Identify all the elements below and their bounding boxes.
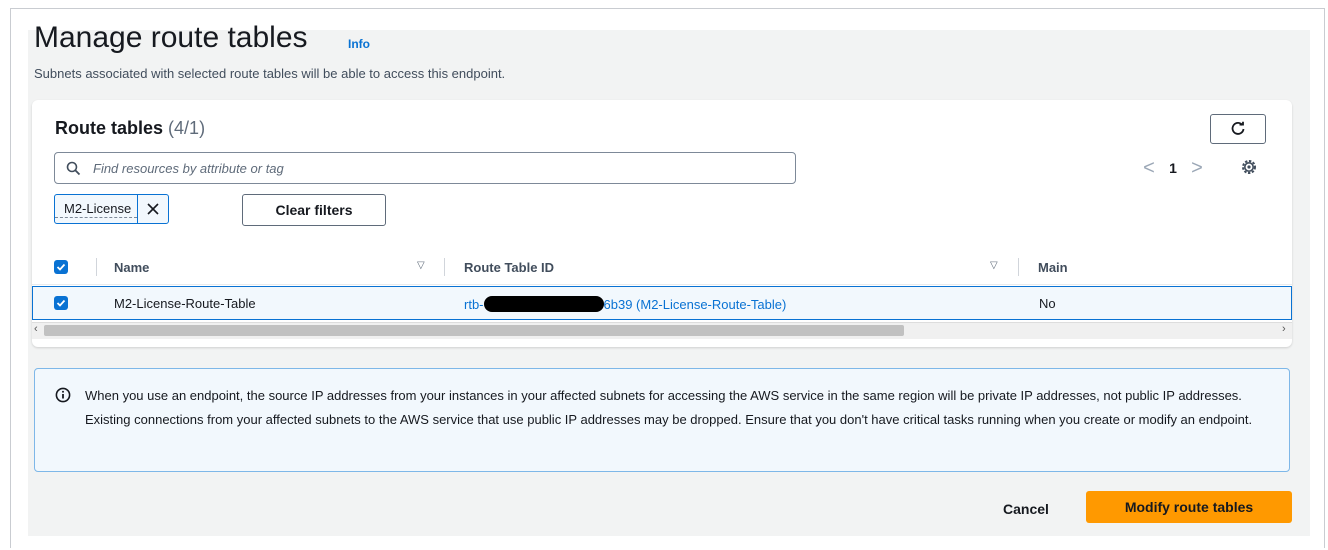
info-icon (55, 387, 71, 403)
scrollbar-thumb[interactable] (44, 325, 904, 336)
column-header-route-table-id[interactable]: Route Table ID (464, 260, 554, 275)
refresh-button[interactable] (1210, 114, 1266, 144)
horizontal-scrollbar[interactable]: ‹ › (32, 322, 1292, 339)
column-divider[interactable] (1018, 258, 1019, 276)
search-input[interactable]: Find resources by attribute or tag (54, 152, 796, 184)
filter-token: M2-License (54, 194, 170, 224)
info-link[interactable]: Info (348, 37, 370, 51)
info-alert: When you use an endpoint, the source IP … (34, 368, 1290, 472)
route-tables-container: Route tables (4/1) Find resources by att… (32, 100, 1292, 347)
main-value: No (1039, 296, 1056, 311)
table-header: Name ▽ Route Table ID ▽ Main (32, 250, 1292, 285)
scroll-left-icon[interactable]: ‹ (34, 323, 38, 335)
route-table-id-prefix: rtb- (464, 297, 484, 312)
search-placeholder: Find resources by attribute or tag (93, 161, 284, 176)
table-row[interactable]: M2-License-Route-Table rtb- 6b39 (M2-Lice… (32, 286, 1292, 320)
page-number-button[interactable]: 1 (1161, 160, 1185, 176)
previous-page-button[interactable]: < (1137, 157, 1161, 180)
row-checkbox[interactable] (54, 296, 68, 310)
route-table-id-suffix: 6b39 (M2-License-Route-Table) (603, 297, 787, 312)
remove-filter-button[interactable] (137, 195, 168, 223)
filter-token-label: M2-License (55, 201, 138, 218)
page-title: Manage route tables (34, 21, 308, 54)
settings-gear-icon[interactable] (1240, 158, 1258, 176)
column-divider[interactable] (444, 258, 445, 276)
column-header-name[interactable]: Name (114, 260, 149, 275)
sort-icon[interactable]: ▽ (990, 260, 998, 271)
container-title: Route tables (55, 118, 164, 138)
select-all-checkbox[interactable] (54, 260, 68, 274)
redacted-block (483, 296, 604, 312)
modify-route-tables-button[interactable]: Modify route tables (1086, 491, 1292, 523)
route-table-name: M2-License-Route-Table (114, 296, 256, 311)
search-icon (66, 161, 81, 176)
checkmark-icon (56, 299, 66, 307)
clear-filters-button[interactable]: Clear filters (242, 194, 386, 226)
scroll-right-icon[interactable]: › (1282, 323, 1286, 335)
alert-message: When you use an endpoint, the source IP … (85, 388, 1253, 427)
refresh-icon (1231, 121, 1245, 135)
cancel-button[interactable]: Cancel (990, 494, 1062, 524)
container-header: Route tables (4/1) (55, 118, 205, 139)
close-icon (147, 203, 159, 215)
sort-icon[interactable]: ▽ (417, 260, 425, 271)
route-table-id-link[interactable]: rtb- 6b39 (M2-License-Route-Table) (464, 296, 786, 312)
selection-count: (4/1) (168, 118, 206, 138)
next-page-button[interactable]: > (1185, 157, 1209, 180)
column-divider (96, 258, 97, 276)
column-header-main[interactable]: Main (1038, 260, 1068, 275)
checkmark-icon (56, 263, 66, 271)
pagination: < 1 > (1137, 155, 1209, 181)
page-subtitle: Subnets associated with selected route t… (34, 66, 506, 81)
